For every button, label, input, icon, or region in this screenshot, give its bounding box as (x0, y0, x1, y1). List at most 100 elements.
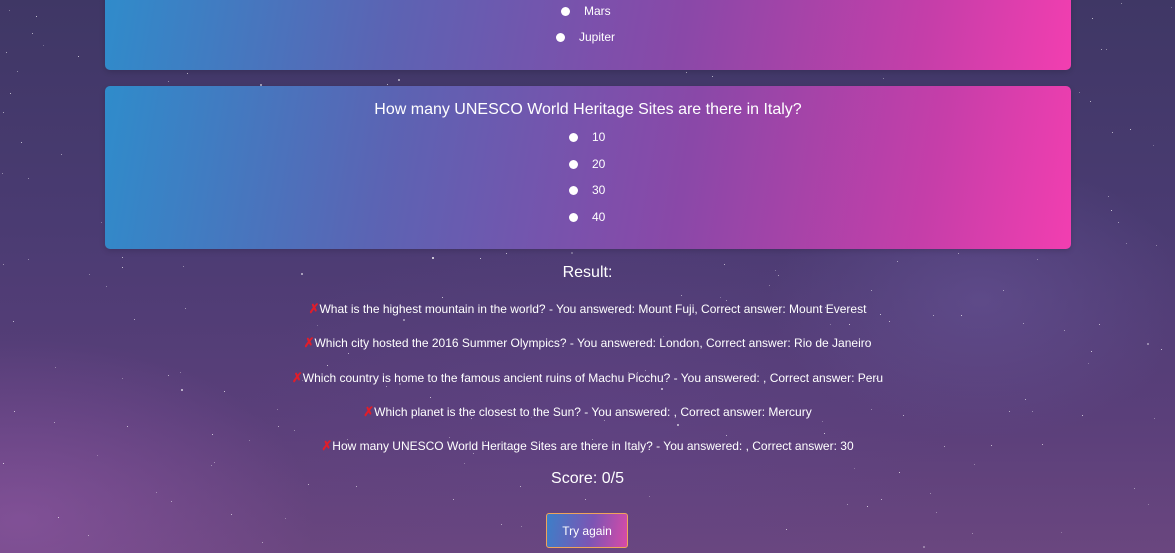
result-line: ✗What is the highest mountain in the wor… (0, 301, 1175, 317)
star-decoration (262, 542, 263, 543)
star-decoration (88, 535, 89, 536)
star-decoration (1148, 504, 1149, 505)
option-label: Mars (584, 4, 611, 18)
star-decoration (1112, 132, 1113, 133)
star-decoration (1111, 210, 1112, 211)
star-decoration (54, 422, 55, 423)
star-decoration (13, 321, 14, 322)
star-decoration (1130, 129, 1131, 130)
question-text: How many UNESCO World Heritage Sites are… (374, 101, 802, 118)
star-decoration (822, 421, 823, 422)
result-line: ✗Which city hosted the 2016 Summer Olymp… (0, 335, 1175, 351)
star-decoration (867, 506, 868, 507)
try-again-button[interactable]: Try again (546, 513, 628, 548)
star-decoration (501, 524, 502, 525)
star-decoration (958, 253, 959, 254)
star-decoration (211, 465, 212, 466)
star-decoration (231, 514, 232, 515)
option-20[interactable]: 20 (569, 156, 605, 172)
option-mars[interactable]: Mars (561, 3, 611, 19)
star-decoration (97, 455, 98, 456)
option-jupiter[interactable]: Jupiter (556, 29, 615, 45)
star-decoration (1134, 488, 1135, 489)
star-decoration (1090, 101, 1091, 102)
star-decoration (681, 295, 682, 296)
star-decoration (571, 252, 573, 254)
star-decoration (386, 386, 387, 387)
star-decoration (712, 76, 713, 77)
wrong-mark-icon: ✗ (308, 301, 320, 316)
radio-button[interactable] (569, 212, 578, 222)
result-line: ✗Which country is home to the famous anc… (0, 370, 1175, 386)
question-card-planet: Mars Jupiter (105, 0, 1071, 70)
star-decoration (101, 222, 102, 223)
result-text: Which planet is the closest to the Sun? … (374, 405, 812, 419)
wrong-mark-icon: ✗ (363, 404, 375, 419)
star-decoration (17, 71, 18, 72)
radio-button[interactable] (561, 6, 570, 16)
star-decoration (661, 388, 663, 390)
option-label: 30 (592, 183, 606, 197)
option-30[interactable]: 30 (569, 182, 605, 198)
radio-button[interactable] (556, 32, 565, 42)
star-decoration (3, 463, 4, 464)
star-decoration (923, 546, 925, 548)
star-decoration (585, 499, 586, 500)
star-decoration (294, 430, 295, 431)
radio-button[interactable] (569, 132, 578, 142)
star-decoration (55, 367, 56, 368)
star-decoration (3, 112, 4, 113)
star-decoration (168, 81, 169, 82)
star-decoration (156, 492, 157, 493)
star-decoration (6, 52, 7, 53)
star-decoration (32, 33, 33, 34)
radio-button[interactable] (569, 185, 578, 195)
option-10[interactable]: 10 (569, 129, 605, 145)
star-decoration (327, 365, 328, 366)
star-decoration (224, 391, 225, 392)
star-decoration (28, 178, 29, 179)
star-decoration (1064, 330, 1065, 331)
star-decoration (317, 325, 318, 326)
star-decoration (677, 424, 679, 426)
star-decoration (61, 154, 62, 155)
star-decoration (432, 257, 434, 259)
option-40[interactable]: 40 (569, 209, 605, 225)
score-text: Score: 0/5 (551, 470, 624, 487)
star-decoration (348, 353, 349, 354)
star-decoration (824, 433, 825, 434)
star-decoration (1079, 92, 1080, 93)
star-decoration (106, 286, 107, 287)
star-decoration (1099, 324, 1100, 325)
wrong-mark-icon: ✗ (291, 370, 303, 385)
star-decoration (1023, 323, 1024, 324)
radio-button[interactable] (569, 159, 578, 169)
star-decoration (521, 526, 522, 527)
star-decoration (972, 533, 973, 534)
result-title: Result: (562, 264, 613, 281)
result-text: What is the highest mountain in the worl… (319, 302, 867, 316)
option-label: 40 (592, 210, 606, 224)
star-decoration (1037, 259, 1038, 260)
star-decoration (122, 257, 123, 258)
star-decoration (1092, 18, 1093, 19)
star-decoration (28, 259, 29, 260)
star-decoration (871, 290, 872, 291)
option-label: 20 (592, 157, 606, 171)
star-decoration (1106, 49, 1107, 50)
star-decoration (43, 45, 44, 46)
star-decoration (453, 499, 454, 500)
star-decoration (2, 173, 3, 174)
star-decoration (442, 297, 443, 298)
star-decoration (1126, 243, 1127, 244)
star-decoration (1153, 145, 1154, 146)
star-decoration (897, 261, 898, 262)
star-decoration (285, 518, 286, 519)
star-decoration (403, 319, 405, 321)
star-decoration (686, 72, 687, 73)
star-decoration (1088, 363, 1089, 364)
star-decoration (1118, 222, 1119, 223)
result-line: ✗Which planet is the closest to the Sun?… (0, 404, 1175, 420)
star-decoration (58, 517, 59, 518)
star-decoration (127, 426, 128, 427)
